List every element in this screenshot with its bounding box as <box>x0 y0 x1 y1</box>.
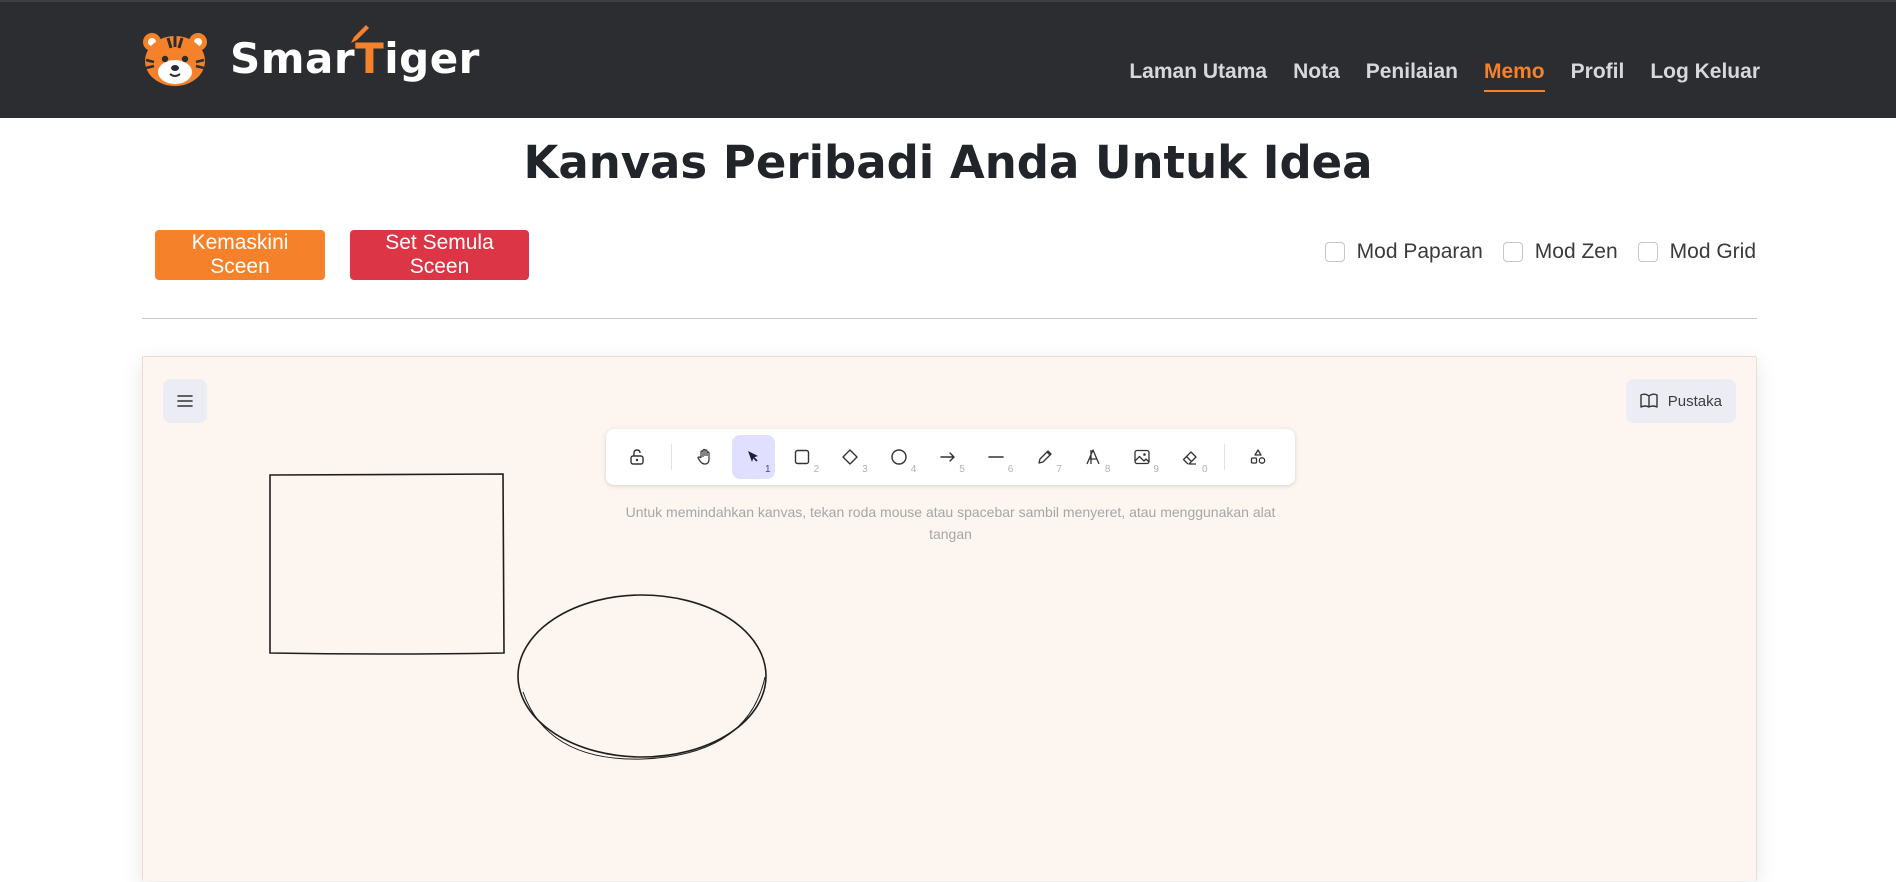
diamond-tool[interactable]: 3 <box>829 435 872 479</box>
pencil-icon <box>1037 450 1052 464</box>
tool-shortcut: 0 <box>1201 464 1208 475</box>
shapes-icon <box>1250 449 1266 464</box>
site-logo[interactable]: SmarTiger <box>140 24 480 88</box>
checkbox-box[interactable] <box>1502 242 1523 262</box>
nav-link-notes[interactable]: Nota <box>1293 60 1340 92</box>
eraser-icon <box>1183 451 1197 465</box>
tool-shortcut: 3 <box>862 464 868 475</box>
toolbar-separator <box>1223 444 1225 470</box>
drawing-canvas[interactable]: Pustaka 1 2 3 4 5 6 7 8 9 0 Untuk memind… <box>142 356 1757 881</box>
drawn-rectangle <box>269 473 505 655</box>
nav-link-assessment[interactable]: Penilaian <box>1366 60 1458 92</box>
line-tool[interactable]: 6 <box>975 435 1018 479</box>
checkbox-box[interactable] <box>1324 242 1345 262</box>
hand-tool[interactable] <box>684 435 727 479</box>
page-title: Kanvas Peribadi Anda Untuk Idea <box>523 136 1373 189</box>
mode-options: Mod Paparan Mod Zen Mod Grid <box>1324 240 1756 264</box>
drawing-toolbar: 1 2 3 4 5 6 7 8 9 0 <box>606 429 1295 485</box>
arrow-icon <box>939 452 955 462</box>
tool-shortcut: 1 <box>765 464 771 475</box>
rectangle-icon <box>794 449 810 465</box>
nav-link-profile[interactable]: Profil <box>1571 60 1625 92</box>
tiger-logo-icon <box>143 33 207 86</box>
view-mode-checkbox[interactable]: Mod Paparan <box>1324 240 1483 264</box>
nav-link-home[interactable]: Laman Utama <box>1129 60 1267 92</box>
canvas-hint: Untuk memindahkan kanvas, tekan roda mou… <box>625 504 1276 542</box>
nav-link-logout[interactable]: Log Keluar <box>1650 60 1760 92</box>
drawn-ellipse <box>517 594 767 758</box>
logo-wordmark: SmarTiger <box>230 24 480 83</box>
lock-tool[interactable] <box>616 435 659 479</box>
tool-shortcut: 2 <box>813 464 820 475</box>
text-tool[interactable]: 8 <box>1072 435 1115 479</box>
checkbox-label: Mod Zen <box>1534 240 1618 263</box>
checkbox-label: Mod Grid <box>1669 240 1756 263</box>
tool-shortcut: 8 <box>1104 464 1111 475</box>
tool-shortcut: 4 <box>910 464 917 475</box>
nav-link-memo[interactable]: Memo <box>1483 60 1545 92</box>
selection-tool[interactable]: 1 <box>732 435 775 479</box>
toolbar-separator <box>670 444 672 470</box>
pencil-icon <box>351 24 369 43</box>
text-icon <box>1086 449 1100 465</box>
tool-shortcut: 5 <box>959 464 965 475</box>
ellipse-tool[interactable]: 4 <box>878 435 921 479</box>
checkbox-label: Mod Paparan <box>1356 240 1483 263</box>
image-icon <box>1134 449 1150 465</box>
line-icon <box>988 456 1004 458</box>
draw-tool[interactable]: 7 <box>1023 435 1066 479</box>
tool-shortcut: 9 <box>1153 464 1159 475</box>
logo-text-part: iger <box>384 33 480 83</box>
ellipse-icon <box>891 449 907 465</box>
arrow-tool[interactable]: 5 <box>926 435 969 479</box>
drawn-ellipse-stroke <box>522 676 766 760</box>
top-navbar: SmarTiger Laman Utama Nota Penilaian Mem… <box>0 0 1896 118</box>
logo-text-part: Smar <box>230 33 356 83</box>
tool-shortcut: 7 <box>1056 464 1062 475</box>
hand-icon <box>697 448 710 465</box>
main-nav: Laman Utama Nota Penilaian Memo Profil L… <box>1129 60 1760 92</box>
image-tool[interactable]: 9 <box>1120 435 1163 479</box>
checkbox-box[interactable] <box>1637 242 1658 262</box>
more-shapes-tool[interactable] <box>1237 435 1280 479</box>
section-divider <box>142 318 1757 319</box>
eraser-tool[interactable]: 0 <box>1169 435 1212 479</box>
reset-scene-button[interactable]: Set Semula Sceen <box>350 230 529 280</box>
diamond-icon <box>842 449 859 465</box>
update-scene-button[interactable]: Kemaskini Sceen <box>155 230 325 280</box>
pointer-icon <box>748 451 759 462</box>
lock-open-icon <box>630 449 644 465</box>
tool-shortcut: 6 <box>1007 464 1014 475</box>
zen-mode-checkbox[interactable]: Mod Zen <box>1502 240 1618 264</box>
grid-mode-checkbox[interactable]: Mod Grid <box>1637 240 1756 264</box>
rectangle-tool[interactable]: 2 <box>781 435 824 479</box>
